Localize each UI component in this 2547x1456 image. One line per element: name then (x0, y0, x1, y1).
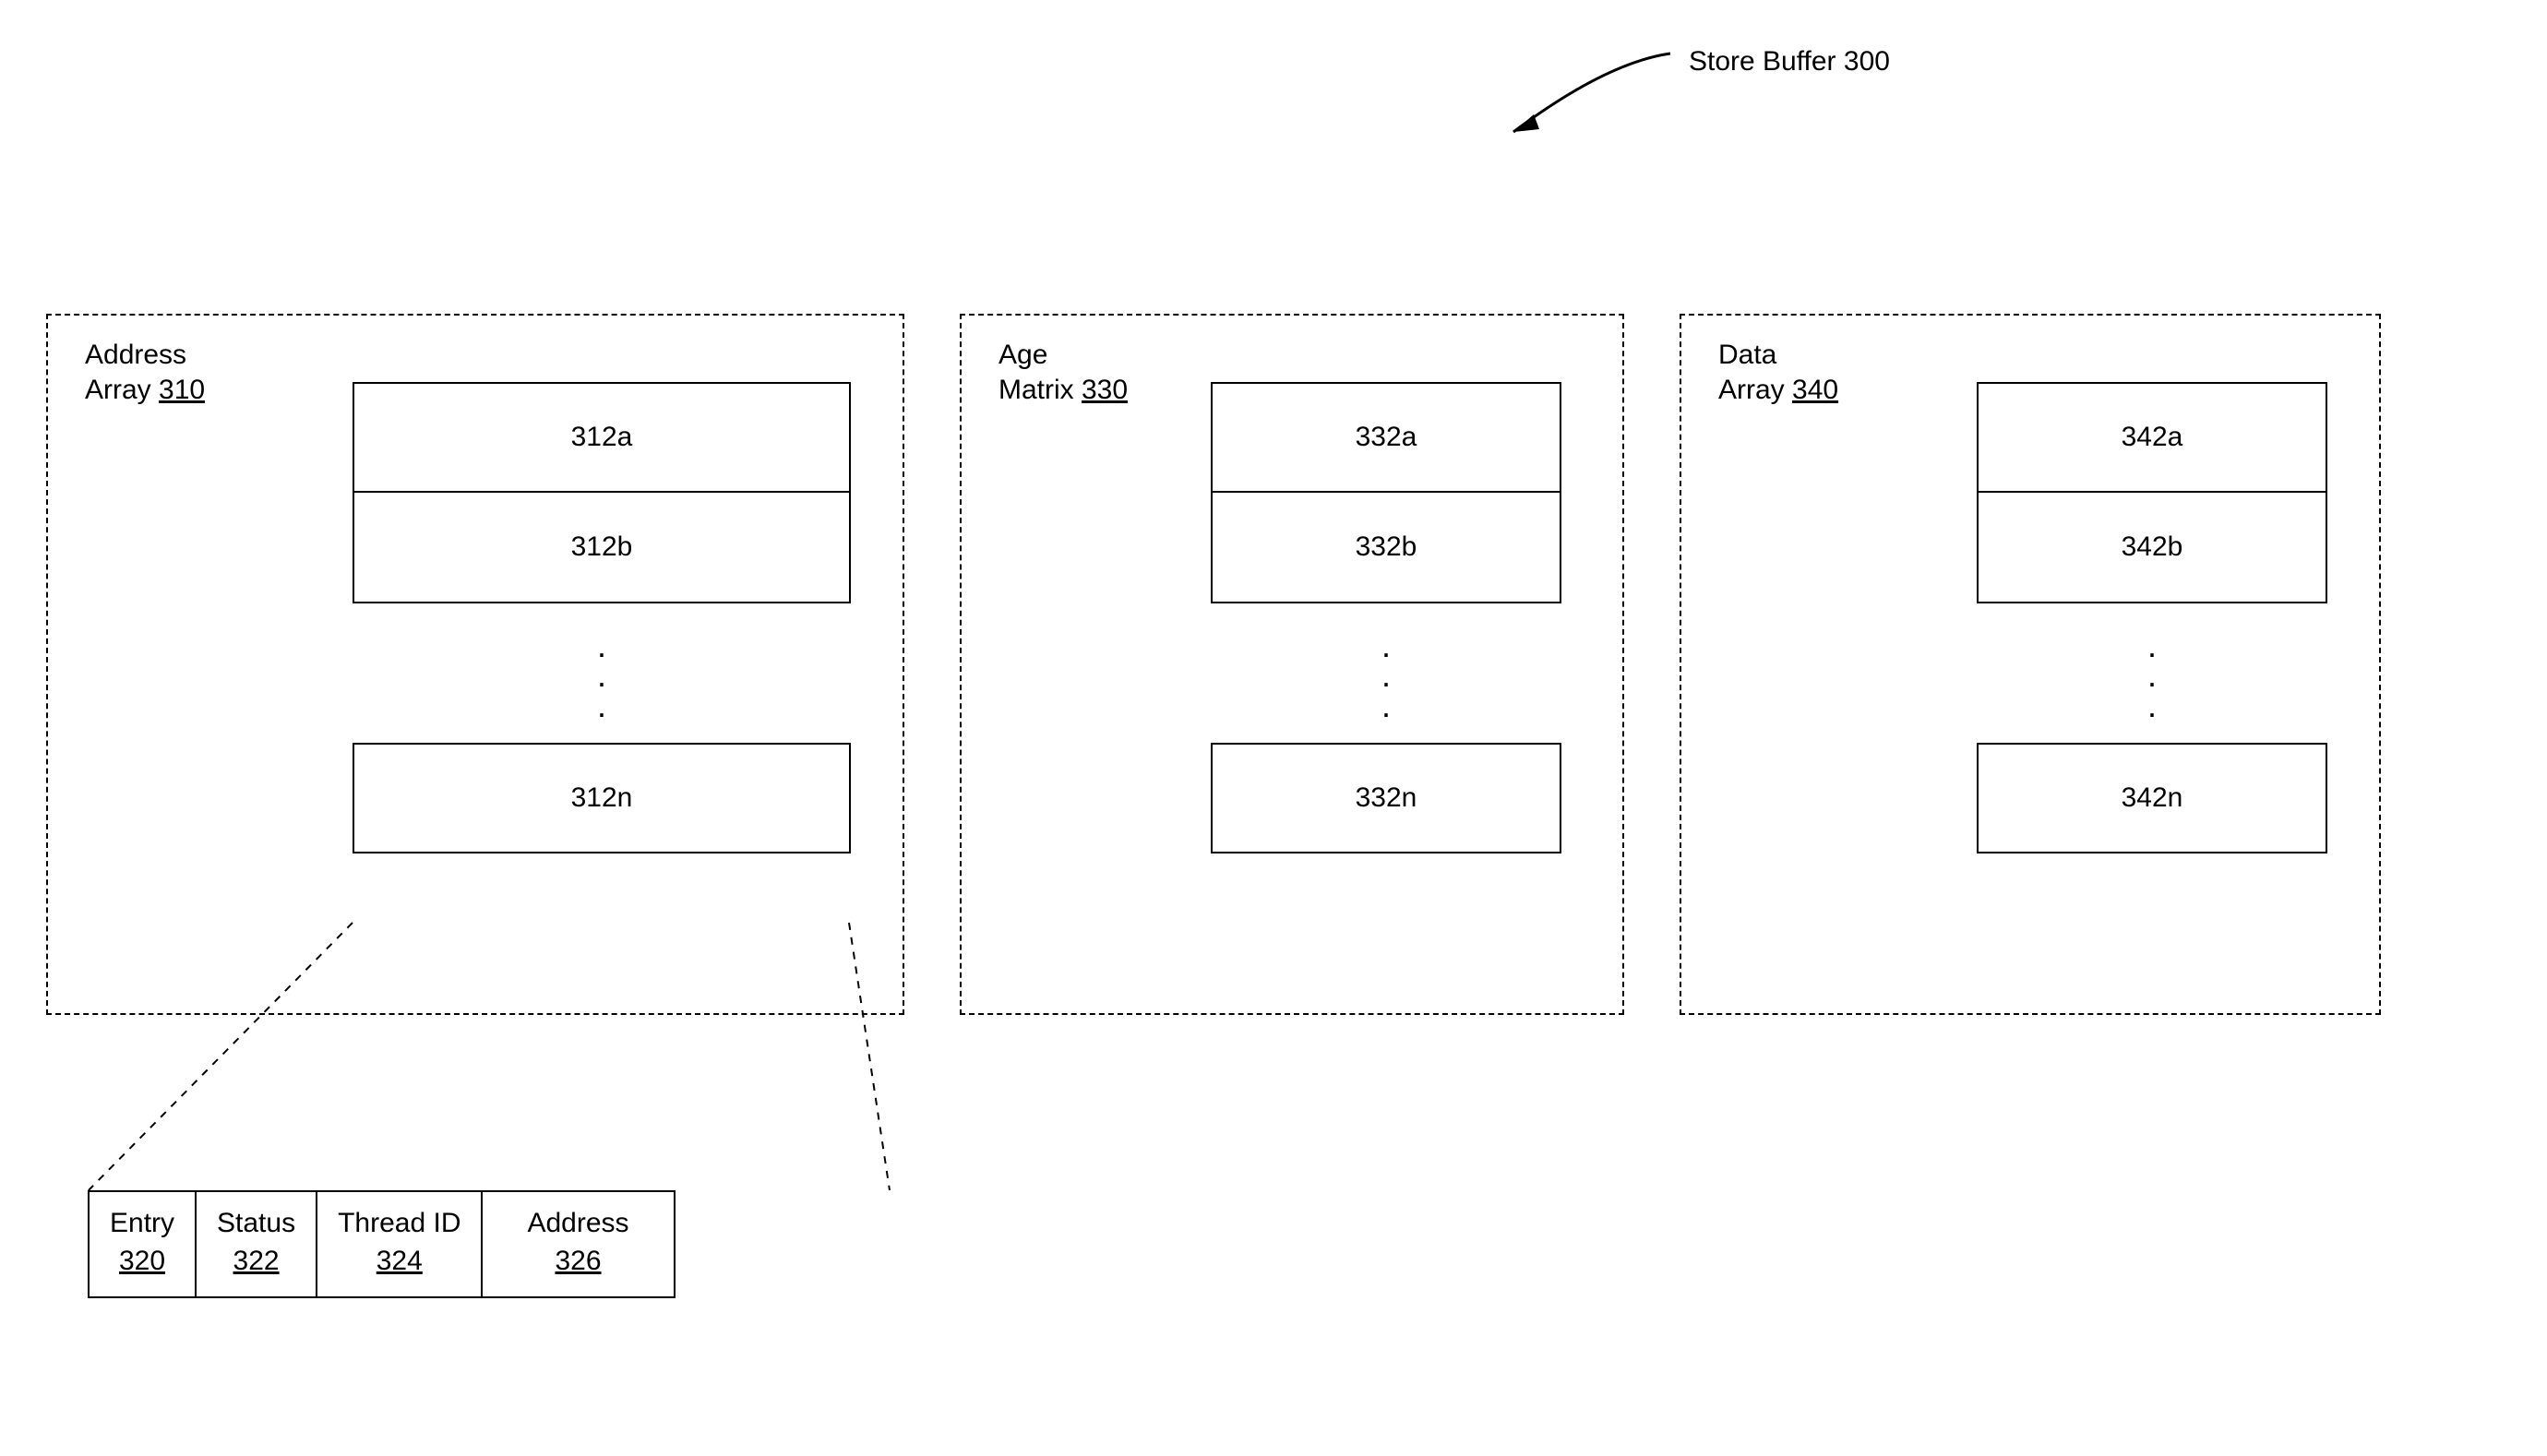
address-ellipsis: ... (597, 603, 606, 743)
detail-thread-id-label: Thread ID (338, 1208, 460, 1238)
address-row-a: 312a (353, 382, 851, 493)
figure-title: Store Buffer 300 (1689, 46, 1890, 78)
data-array-label: Data Array 340 (1718, 338, 1838, 407)
data-array-label-line1: Data (1718, 340, 1776, 370)
age-ellipsis: ... (1381, 603, 1391, 743)
diagram-canvas: Store Buffer 300 Address Array 310 312a … (0, 0, 2547, 1456)
address-array-label-line2: Array (85, 375, 159, 405)
title-ref: 300 (1844, 46, 1890, 77)
detail-entry: Entry 320 (90, 1192, 197, 1296)
data-ellipsis: ... (2147, 603, 2157, 743)
title-arrow-icon (1495, 44, 1680, 146)
age-matrix-label-line2: Matrix (998, 375, 1082, 405)
address-row-n: 312n (353, 743, 851, 853)
address-array-label: Address Array 310 (85, 338, 205, 407)
detail-status: Status 322 (197, 1192, 317, 1296)
detail-thread-id-ref: 324 (377, 1246, 423, 1276)
age-row-a: 332a (1211, 382, 1561, 493)
address-array-rows: 312a 312b ... 312n (353, 382, 851, 853)
age-matrix-rows: 332a 332b ... 332n (1211, 382, 1561, 853)
age-row-b: 332b (1211, 493, 1561, 603)
age-matrix-ref: 330 (1082, 375, 1128, 405)
data-row-n: 342n (1977, 743, 2327, 853)
data-array-panel: Data Array 340 342a 342b ... 342n (1680, 314, 2381, 1015)
title-text: Store Buffer (1689, 46, 1836, 77)
data-row-a: 342a (1977, 382, 2327, 493)
detail-entry-ref: 320 (119, 1246, 165, 1276)
address-array-ref: 310 (159, 375, 205, 405)
age-matrix-label-line1: Age (998, 340, 1047, 370)
detail-status-label: Status (217, 1208, 295, 1238)
detail-thread-id: Thread ID 324 (317, 1192, 483, 1296)
detail-address-ref: 326 (555, 1246, 601, 1276)
data-row-b: 342b (1977, 493, 2327, 603)
address-row-b: 312b (353, 493, 851, 603)
address-array-label-line1: Address (85, 340, 186, 370)
data-array-ref: 340 (1792, 375, 1838, 405)
age-row-n: 332n (1211, 743, 1561, 853)
detail-address: Address 326 (483, 1192, 673, 1296)
data-array-rows: 342a 342b ... 342n (1977, 382, 2327, 853)
detail-status-ref: 322 (233, 1246, 280, 1276)
age-matrix-label: Age Matrix 330 (998, 338, 1128, 407)
detail-entry-label: Entry (110, 1208, 174, 1238)
detail-address-label: Address (527, 1208, 628, 1238)
address-array-panel: Address Array 310 312a 312b ... 312n (46, 314, 904, 1015)
data-array-label-line2: Array (1718, 375, 1792, 405)
address-entry-detail: Entry 320 Status 322 Thread ID 324 Addre… (88, 1190, 676, 1298)
age-matrix-panel: Age Matrix 330 332a 332b ... 332n (960, 314, 1624, 1015)
